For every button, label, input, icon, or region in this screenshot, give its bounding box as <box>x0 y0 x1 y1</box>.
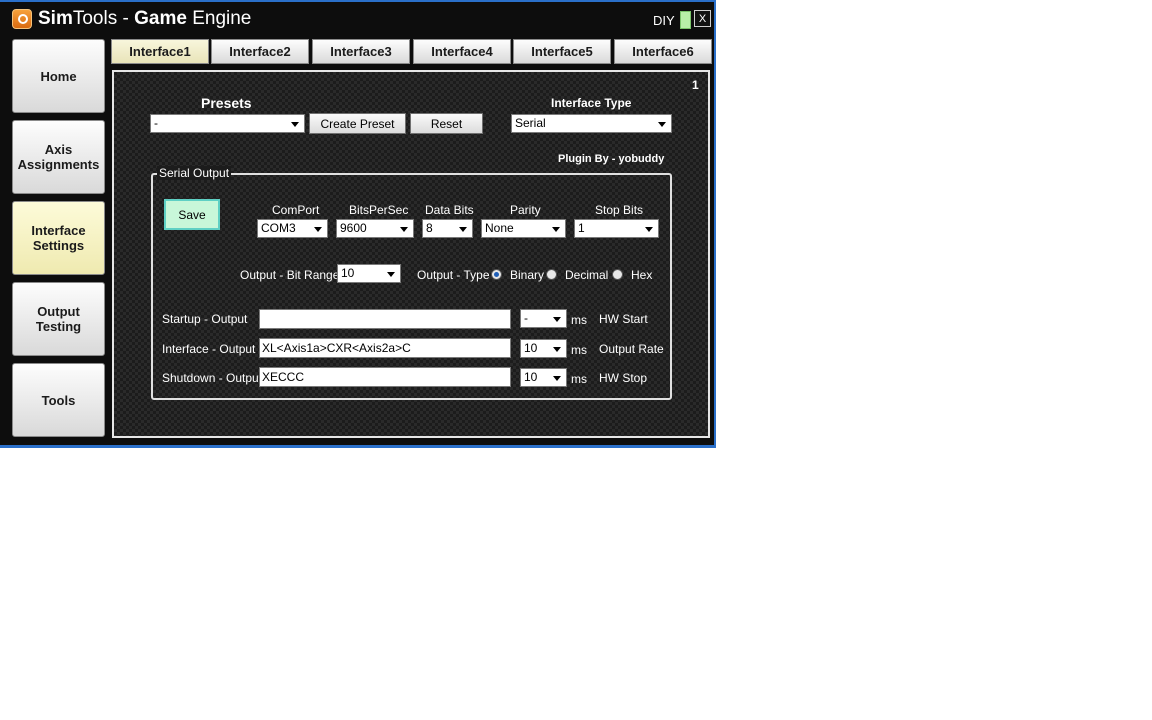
create-preset-button[interactable]: Create Preset <box>309 113 406 134</box>
bitrange-value: 10 <box>341 266 355 280</box>
bitspersec-label: BitsPerSec <box>349 203 409 217</box>
chevron-down-icon <box>553 347 561 352</box>
shutdown-ms-value: 10 <box>524 370 538 384</box>
diy-label: DIY <box>653 13 675 28</box>
stopbits-label: Stop Bits <box>595 203 644 217</box>
serial-output-title: Serial Output <box>157 166 232 180</box>
chevron-down-icon <box>400 227 408 232</box>
chevron-down-icon <box>459 227 467 232</box>
bitrange-label: Output - Bit Range <box>240 268 340 282</box>
radio-decimal-label: Decimal <box>565 268 609 282</box>
serial-output-group <box>151 173 672 400</box>
comport-value: COM3 <box>261 221 296 235</box>
hw-stop-label: HW Stop <box>599 371 648 385</box>
plugin-by-label: Plugin By - yobuddy <box>558 153 665 165</box>
sidebar-item-label: Interface Settings <box>31 223 86 253</box>
window-border-top <box>0 0 716 2</box>
radio-binary[interactable] <box>491 269 502 280</box>
bitspersec-value: 9600 <box>340 221 367 235</box>
sidebar-item-label: Home <box>40 68 77 84</box>
sidebar-item-output-testing[interactable]: Output Testing <box>12 282 105 356</box>
presets-heading: Presets <box>201 95 252 111</box>
bitspersec-select[interactable]: 9600 <box>336 219 414 238</box>
shutdown-output-label: Shutdown - Output <box>162 371 263 385</box>
startup-ms-unit: ms <box>571 313 587 327</box>
stopbits-value: 1 <box>578 221 585 235</box>
save-button[interactable]: Save <box>164 199 220 230</box>
startup-ms-value: - <box>524 311 528 325</box>
tab-interface2[interactable]: Interface2 <box>211 39 309 64</box>
chevron-down-icon <box>552 227 560 232</box>
startup-ms-select[interactable]: - <box>520 309 567 328</box>
chevron-down-icon <box>658 122 666 127</box>
tab-interface5[interactable]: Interface5 <box>513 39 611 64</box>
title-game: Game <box>134 8 187 29</box>
title-tools: Tools <box>72 8 118 29</box>
parity-value: None <box>485 221 514 235</box>
app-window: SimTools - Game Engine DIY X Home Axis A… <box>0 0 716 448</box>
preset-select[interactable]: - <box>150 114 305 133</box>
chevron-down-icon <box>553 317 561 322</box>
chevron-down-icon <box>291 122 299 127</box>
interface-ms-unit: ms <box>571 343 587 357</box>
tab-interface3[interactable]: Interface3 <box>312 39 410 64</box>
tab-interface6[interactable]: Interface6 <box>614 39 712 64</box>
logo-ring <box>18 14 28 24</box>
parity-select[interactable]: None <box>481 219 566 238</box>
stopbits-select[interactable]: 1 <box>574 219 659 238</box>
radio-hex-label: Hex <box>631 268 653 282</box>
radio-decimal[interactable] <box>546 269 557 280</box>
sidebar-item-label: Axis Assignments <box>17 142 100 172</box>
interface-type-heading: Interface Type <box>551 96 632 110</box>
shutdown-output-input[interactable]: XECCC <box>259 367 511 387</box>
sidebar-item-axis-assignments[interactable]: Axis Assignments <box>12 120 105 194</box>
chevron-down-icon <box>387 272 395 277</box>
tab-interface4[interactable]: Interface4 <box>413 39 511 64</box>
bitrange-select[interactable]: 10 <box>337 264 401 283</box>
close-button[interactable]: X <box>694 10 711 27</box>
interface-output-input[interactable]: XL<Axis1a>CXR<Axis2a>C <box>259 338 511 358</box>
simtools-logo-icon <box>12 9 32 29</box>
parity-label: Parity <box>510 203 541 217</box>
interface-type-select[interactable]: Serial <box>511 114 672 133</box>
window-border-bottom <box>0 445 716 448</box>
radio-binary-label: Binary <box>510 268 545 282</box>
sidebar-item-label: Tools <box>41 392 76 408</box>
interface-output-label: Interface - Output <box>162 342 256 356</box>
comport-select[interactable]: COM3 <box>257 219 328 238</box>
shutdown-ms-unit: ms <box>571 372 587 386</box>
output-rate-label: Output Rate <box>599 342 664 356</box>
startup-output-input[interactable] <box>259 309 511 329</box>
sidebar-item-label: Output Testing <box>35 304 82 334</box>
title-engine: Engine <box>186 8 252 29</box>
title-sep: - <box>117 8 135 29</box>
title-sim: Sim <box>38 8 73 29</box>
interface-type-value: Serial <box>515 116 546 130</box>
preset-select-value: - <box>154 116 158 130</box>
chevron-down-icon <box>314 227 322 232</box>
startup-output-label: Startup - Output <box>162 312 248 326</box>
diy-toggle[interactable] <box>680 11 691 29</box>
interface-ms-select[interactable]: 10 <box>520 339 567 358</box>
chevron-down-icon <box>553 376 561 381</box>
window-border-right <box>714 0 716 448</box>
hw-start-label: HW Start <box>599 312 648 326</box>
shutdown-ms-select[interactable]: 10 <box>520 368 567 387</box>
comport-label: ComPort <box>272 203 320 217</box>
window-title: SimTools - Game Engine <box>38 8 251 30</box>
interface-ms-value: 10 <box>524 341 538 355</box>
sidebar-item-interface-settings[interactable]: Interface Settings <box>12 201 105 275</box>
databits-label: Data Bits <box>425 203 474 217</box>
radio-hex[interactable] <box>612 269 623 280</box>
tab-interface1[interactable]: Interface1 <box>111 39 209 64</box>
databits-select[interactable]: 8 <box>422 219 473 238</box>
sidebar-item-tools[interactable]: Tools <box>12 363 105 437</box>
reset-button[interactable]: Reset <box>410 113 483 134</box>
output-type-label: Output - Type <box>417 268 490 282</box>
page-number: 1 <box>692 78 699 92</box>
databits-value: 8 <box>426 221 433 235</box>
sidebar-item-home[interactable]: Home <box>12 39 105 113</box>
chevron-down-icon <box>645 227 653 232</box>
